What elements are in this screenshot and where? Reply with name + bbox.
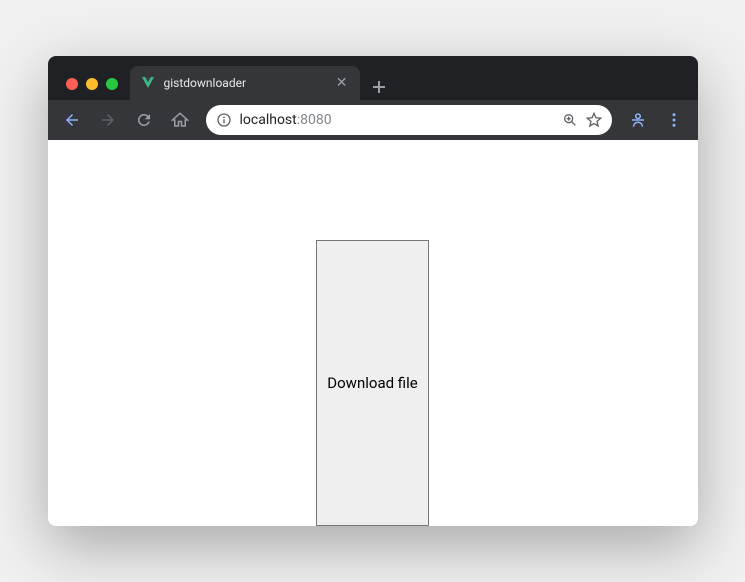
browser-chrome: gistdownloader ✕ [48,56,698,140]
address-bar[interactable]: localhost:8080 [206,105,612,135]
toolbar: localhost:8080 [48,100,698,140]
home-button[interactable] [164,104,196,136]
site-info-icon[interactable] [216,112,232,128]
bookmark-icon[interactable] [586,112,602,128]
tab-title: gistdownloader [164,76,326,90]
forward-button[interactable] [92,104,124,136]
new-tab-button[interactable] [360,80,398,100]
tab-bar: gistdownloader ✕ [48,64,698,100]
menu-icon[interactable] [658,104,690,136]
download-file-button[interactable]: Download file [316,240,428,526]
browser-window: gistdownloader ✕ [48,56,698,526]
profile-icon[interactable] [622,104,654,136]
back-button[interactable] [56,104,88,136]
vue-icon [140,75,156,91]
url-text: localhost:8080 [240,112,554,128]
window-minimize-button[interactable] [86,78,98,90]
page-content: Download file [48,140,698,526]
window-maximize-button[interactable] [106,78,118,90]
zoom-icon[interactable] [562,112,578,128]
window-controls [56,78,130,100]
reload-button[interactable] [128,104,160,136]
url-host: localhost [240,112,297,128]
tab-close-icon[interactable]: ✕ [334,74,350,92]
url-port: :8080 [297,112,332,128]
window-close-button[interactable] [66,78,78,90]
tab-active[interactable]: gistdownloader ✕ [130,66,360,100]
